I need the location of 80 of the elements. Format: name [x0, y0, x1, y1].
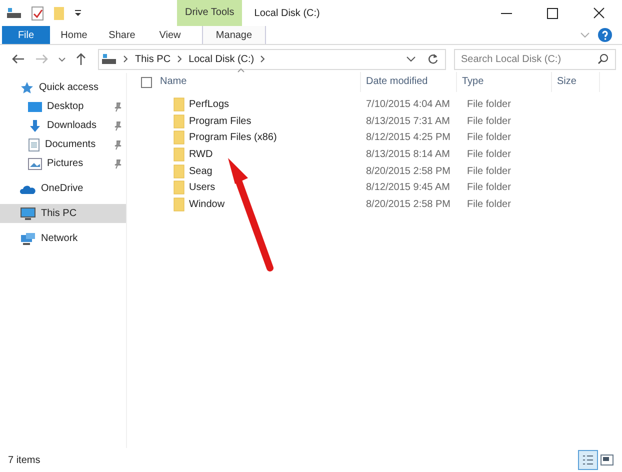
properties-icon[interactable] — [31, 6, 44, 20]
document-icon — [28, 138, 40, 152]
details-view-icon[interactable] — [578, 450, 598, 470]
desktop-icon — [28, 100, 42, 112]
column-header[interactable]: Name — [155, 72, 361, 92]
drive-tools-label: Drive Tools — [177, 0, 242, 26]
breadcrumb[interactable]: This PC — [135, 54, 171, 64]
file-name[interactable]: RWD — [189, 148, 213, 160]
file-name[interactable]: Program Files (x86) — [189, 132, 277, 144]
pin-icon — [114, 102, 122, 112]
file-name[interactable]: Window — [189, 198, 225, 210]
folder-icon — [173, 130, 185, 146]
column-header[interactable]: Size — [552, 72, 600, 92]
breadcrumb[interactable]: Local Disk (C:) — [188, 54, 254, 64]
cloud-icon — [20, 184, 36, 194]
date-cell-text: 8/13/2015 8:14 AM — [365, 148, 451, 160]
date-cell-text: 8/20/2015 2:58 PM — [365, 198, 452, 210]
folder-icon — [173, 196, 185, 212]
type-cell-text: File folder — [466, 132, 512, 144]
item-count: 7 items — [8, 454, 40, 466]
ribbon-tab[interactable]: Home — [50, 26, 98, 44]
chevron-icon[interactable] — [259, 54, 268, 64]
ribbon-tab[interactable]: Share — [98, 26, 146, 44]
download-icon — [28, 118, 42, 132]
column-header[interactable]: Date modified — [361, 72, 457, 92]
drive-icon[interactable] — [6, 7, 22, 19]
date-cell-text: 8/20/2015 2:58 PM — [365, 166, 452, 177]
type-cell-text: File folder — [466, 182, 512, 194]
type-cell-text: File folder — [466, 166, 512, 177]
sidebar-item[interactable]: Pictures — [0, 154, 126, 173]
back-icon[interactable] — [10, 52, 26, 66]
sidebar-item[interactable]: Quick access — [0, 78, 126, 97]
pictures-icon — [28, 158, 42, 170]
type-cell-text: File folder — [466, 98, 512, 110]
drive-icon — [101, 53, 117, 65]
date-cell-text: 8/12/2015 9:45 AM — [365, 182, 451, 194]
folder-icon — [173, 146, 185, 162]
date-cell-text: 7/10/2015 4:04 AM — [365, 98, 451, 110]
dropdown-icon[interactable] — [74, 8, 82, 18]
star-icon — [20, 80, 34, 94]
ribbon-tab[interactable]: File — [2, 26, 50, 44]
address-bar[interactable]: This PC Local Disk (C:) — [98, 48, 446, 70]
sidebar-item[interactable]: This PC — [0, 204, 126, 223]
file-name[interactable]: Seag — [189, 166, 212, 177]
folder-icon — [173, 114, 185, 129]
date-cell-text: 8/13/2015 7:31 AM — [365, 116, 451, 127]
search-icon — [597, 52, 609, 64]
column-header[interactable]: Type — [457, 72, 552, 92]
sidebar-item[interactable]: Network — [0, 229, 126, 248]
sort-icon — [237, 68, 245, 73]
refresh-icon[interactable] — [427, 53, 439, 65]
up-icon[interactable] — [74, 52, 88, 66]
date-cell-text: 8/12/2015 4:25 PM — [365, 132, 452, 144]
dropdown-icon[interactable] — [406, 54, 416, 64]
sidebar-item[interactable]: Desktop — [0, 97, 126, 116]
sidebar-item[interactable]: Downloads — [0, 116, 126, 135]
network-icon — [20, 232, 36, 246]
file-name[interactable]: PerfLogs — [189, 98, 230, 110]
type-cell-text: File folder — [466, 116, 512, 127]
pin-icon — [114, 158, 122, 168]
file-name[interactable]: Users — [189, 182, 216, 194]
chevron-icon[interactable] — [122, 54, 130, 64]
folder-icon — [173, 180, 185, 196]
ribbon-tab[interactable]: Manage — [202, 26, 266, 44]
select-all-checkbox[interactable] — [140, 76, 152, 88]
folder-icon — [173, 164, 185, 179]
help-icon[interactable] — [598, 28, 612, 42]
type-cell-text: File folder — [466, 198, 512, 210]
search-field[interactable]: Search Local Disk (C:) — [454, 48, 616, 70]
pin-icon — [114, 120, 122, 130]
type-cell-text: File folder — [466, 148, 512, 160]
window-title: Local Disk (C:) — [254, 8, 320, 18]
folder-icon — [173, 96, 185, 112]
ribbon-tab[interactable]: View — [146, 26, 194, 44]
file-name[interactable]: Program Files — [189, 116, 252, 127]
sidebar-item[interactable]: OneDrive — [0, 179, 126, 198]
sidebar-item[interactable]: Documents — [0, 135, 126, 154]
pin-icon — [114, 140, 122, 150]
chevron-icon[interactable] — [176, 54, 184, 64]
computer-icon — [20, 206, 36, 220]
